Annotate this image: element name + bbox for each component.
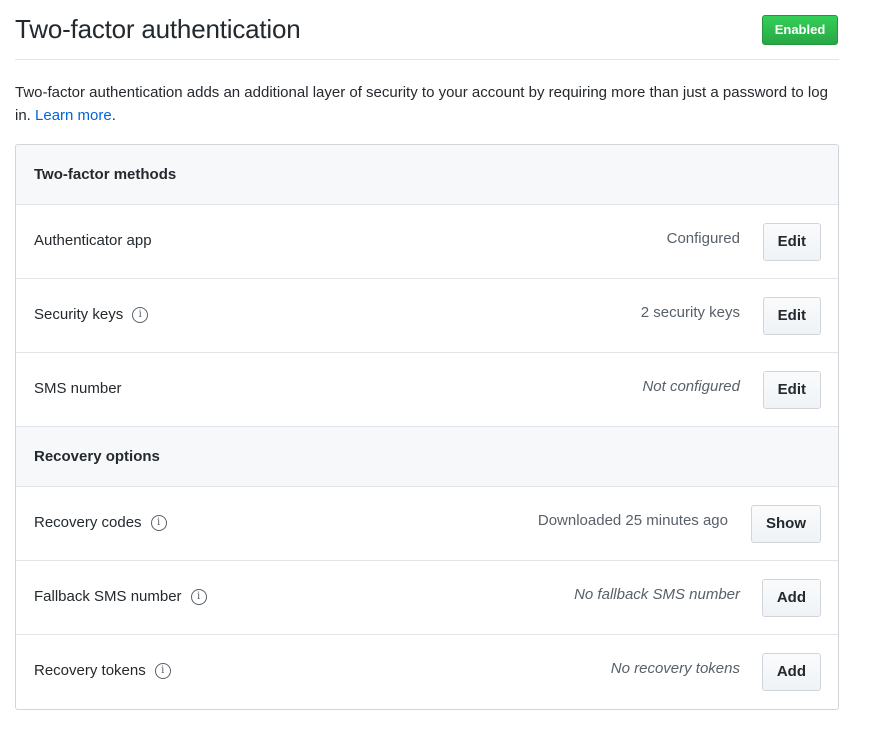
title-divider (15, 59, 839, 60)
add-fallback-sms-button[interactable]: Add (761, 579, 821, 617)
intro-description: Two-factor authentication adds an additi… (15, 84, 828, 124)
edit-authenticator-app-button[interactable]: Edit (762, 223, 821, 261)
learn-more-link[interactable]: Learn more (35, 107, 112, 124)
add-recovery-tokens-button[interactable]: Add (761, 653, 821, 691)
intro-suffix: . (111, 107, 116, 124)
row-sms-number: SMS number Not configured Edit (16, 353, 838, 427)
section-header-two-factor-methods: Two-factor methods (16, 145, 838, 205)
row-status: 2 security keys (640, 304, 740, 321)
intro-text: Two-factor authentication adds an additi… (15, 81, 835, 127)
row-label-text: Recovery tokens (34, 662, 146, 679)
page-title: Two-factor authentication (15, 14, 301, 44)
row-status: No fallback SMS number (574, 586, 740, 603)
row-label: Fallback SMS number i (34, 588, 207, 605)
enabled-status-badge: Enabled (762, 15, 838, 45)
row-label: Recovery tokens i (34, 662, 171, 679)
info-icon[interactable]: i (132, 306, 149, 323)
row-label: Recovery codes i (34, 514, 167, 531)
row-label-text: Fallback SMS number (34, 588, 182, 605)
info-icon[interactable]: i (150, 514, 167, 531)
info-icon[interactable]: i (154, 662, 171, 679)
row-security-keys: Security keys i 2 security keys Edit (16, 279, 838, 353)
row-recovery-tokens: Recovery tokens i No recovery tokens Add (16, 635, 838, 709)
info-icon[interactable]: i (190, 588, 207, 605)
row-status: No recovery tokens (610, 660, 740, 677)
show-recovery-codes-button[interactable]: Show (751, 505, 821, 543)
row-label: Authenticator app (34, 232, 152, 249)
row-label-text: Authenticator app (34, 232, 152, 249)
edit-security-keys-button[interactable]: Edit (762, 297, 821, 335)
row-fallback-sms-number: Fallback SMS number i No fallback SMS num… (16, 561, 838, 635)
two-factor-settings-box: Two-factor methods Authenticator app Con… (15, 144, 839, 710)
row-label: SMS number (34, 380, 122, 397)
edit-sms-number-button[interactable]: Edit (762, 371, 821, 409)
row-status: Not configured (642, 378, 740, 395)
row-recovery-codes: Recovery codes i Downloaded 25 minutes ag… (16, 487, 838, 561)
row-label-text: SMS number (34, 380, 122, 397)
row-label: Security keys i (34, 306, 149, 323)
row-label-text: Security keys (34, 306, 124, 323)
section-header-recovery-options: Recovery options (16, 427, 838, 487)
row-label-text: Recovery codes (34, 514, 142, 531)
row-status: Downloaded 25 minutes ago (537, 512, 728, 529)
row-authenticator-app: Authenticator app Configured Edit (16, 205, 838, 279)
row-status: Configured (666, 230, 740, 247)
